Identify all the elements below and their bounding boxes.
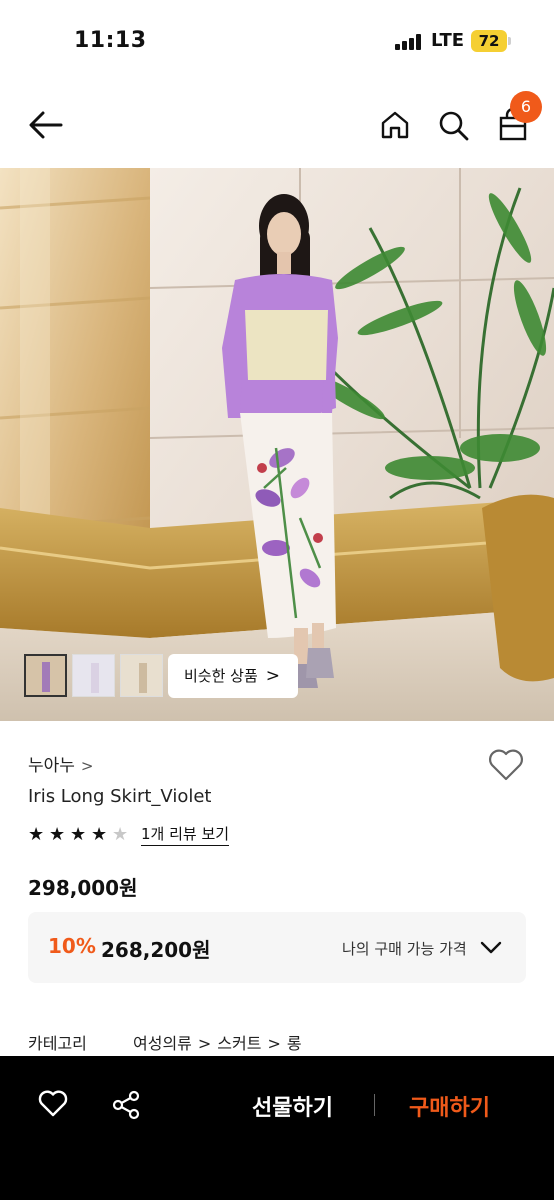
product-name: Iris Long Skirt_Violet — [28, 786, 212, 807]
status-bar: 11:13 LTE 72 — [0, 0, 554, 84]
chevron-right-icon: > — [197, 1034, 212, 1053]
share-icon[interactable] — [111, 1090, 141, 1120]
back-arrow-icon[interactable] — [28, 110, 64, 140]
chevron-right-icon: > — [80, 757, 94, 775]
review-link[interactable]: 1개 리뷰 보기 — [141, 823, 230, 846]
discount-percent: 10% — [48, 934, 96, 958]
star-icon: ★ — [28, 824, 45, 845]
star-icon: ★ — [70, 824, 87, 845]
star-empty-icon: ★ — [112, 824, 129, 845]
star-icon: ★ — [91, 824, 108, 845]
thumbnail-2[interactable] — [72, 654, 115, 697]
network-type: LTE — [431, 30, 465, 51]
gift-button[interactable]: 선물하기 — [252, 1090, 333, 1122]
similar-products-button[interactable]: 비슷한 상품 > — [168, 654, 298, 698]
brand-link[interactable]: 누아누 > — [28, 751, 94, 776]
chevron-right-icon: > — [265, 666, 280, 686]
top-nav — [0, 86, 554, 166]
signal-icon — [395, 34, 423, 50]
thumbnail-3[interactable] — [120, 654, 163, 697]
category-breadcrumb: 여성의류 > 스커트 > 롱 — [133, 1030, 302, 1054]
brand-name: 누아누 — [28, 756, 75, 776]
original-price: 298,000원 — [28, 876, 138, 900]
discount-box[interactable]: 10% 268,200원 나의 구매 가능 가격 — [28, 912, 526, 983]
similar-products-label: 비슷한 상품 — [184, 667, 258, 685]
chevron-down-icon — [480, 941, 502, 954]
rating-row: ★ ★ ★ ★ ★ 1개 리뷰 보기 — [28, 823, 230, 846]
bottom-action-bar: 선물하기 구매하기 — [0, 1056, 554, 1200]
category-level-1[interactable]: 여성의류 — [133, 1034, 192, 1053]
star-icon: ★ — [49, 824, 66, 845]
category-label: 카테고리 — [28, 1034, 87, 1053]
product-photo — [0, 168, 554, 721]
discount-price: 268,200원 — [101, 938, 211, 962]
heart-icon[interactable] — [38, 1090, 68, 1118]
my-price-label: 나의 구매 가능 가격 — [342, 940, 467, 958]
thumbnail-1[interactable] — [24, 654, 67, 697]
search-icon[interactable] — [438, 110, 470, 142]
category-level-2[interactable]: 스커트 — [217, 1034, 261, 1053]
cart-badge: 6 — [510, 91, 542, 123]
category-level-3[interactable]: 롱 — [287, 1034, 302, 1053]
thumbnail-strip — [24, 654, 163, 697]
battery-icon: 72 — [471, 30, 511, 52]
home-icon[interactable] — [380, 110, 410, 140]
buy-button[interactable]: 구매하기 — [409, 1090, 490, 1122]
heart-icon[interactable] — [488, 749, 524, 781]
chevron-right-icon: > — [267, 1034, 281, 1053]
status-time: 11:13 — [74, 28, 147, 53]
divider — [374, 1094, 375, 1116]
product-image[interactable]: 비슷한 상품 > — [0, 168, 554, 721]
